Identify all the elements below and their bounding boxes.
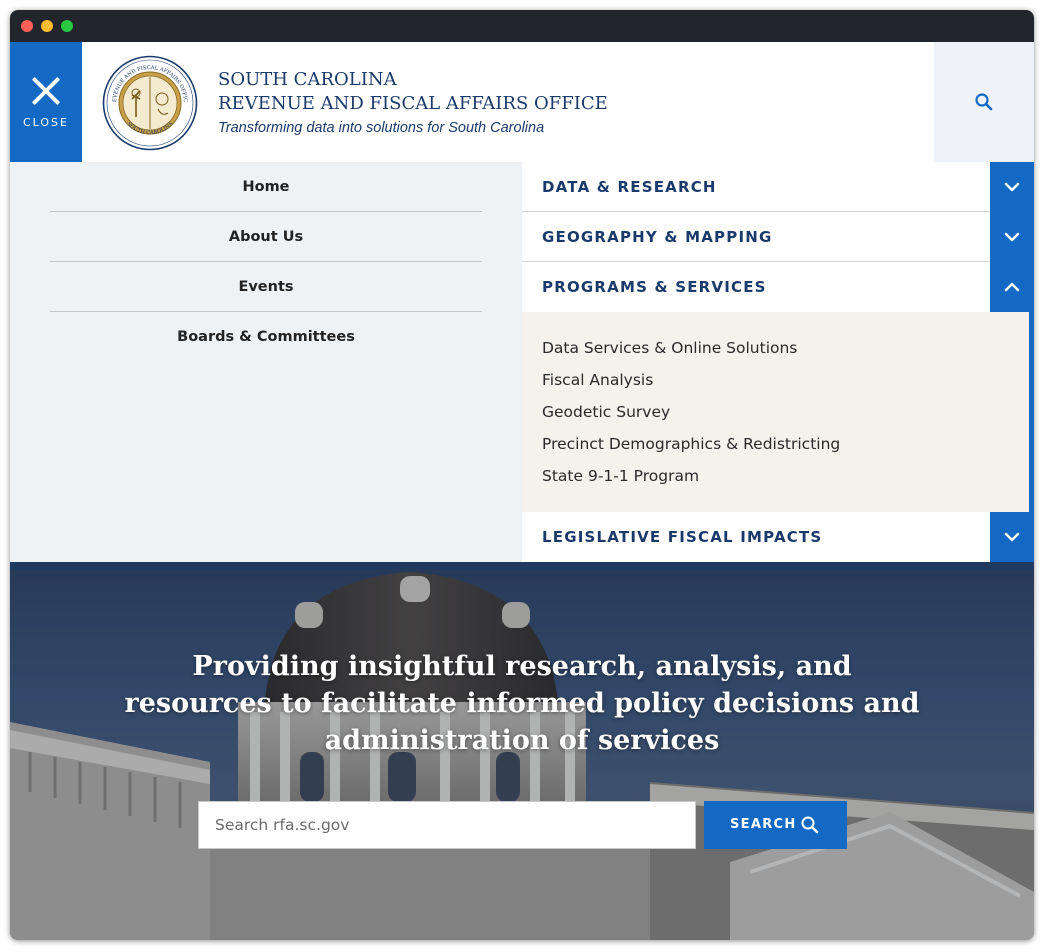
state-seal-logo: REVENUE AND FISCAL AFFAIRS OFFICE SOUTH …	[102, 55, 198, 151]
search-button-label: SEARCH	[730, 817, 797, 832]
menu-scrollbar[interactable]	[1029, 162, 1034, 562]
accordion-toggle[interactable]	[990, 262, 1034, 312]
accordion-toggle[interactable]	[990, 512, 1034, 562]
hero-headline: Providing insightful research, analysis,…	[124, 651, 920, 756]
close-label: CLOSE	[22, 116, 69, 129]
nav-item-boards-committees[interactable]: Boards & Committees	[50, 312, 482, 362]
accordion-geography-mapping[interactable]: GEOGRAPHY & MAPPING	[522, 212, 1034, 262]
org-name-line1[interactable]: SOUTH CAROLINA	[218, 69, 397, 90]
browser-window: CLOSE REVENUE AND FISCAL AFFAIRS OFFICE …	[10, 10, 1034, 940]
title-bar	[10, 10, 1034, 42]
programs-services-panel: Data Services & Online Solutions Fiscal …	[522, 312, 1034, 512]
accordion-programs-services[interactable]: PROGRAMS & SERVICES	[522, 262, 1034, 312]
primary-nav: Home About Us Events Boards & Committees	[50, 162, 482, 362]
window-close-control[interactable]	[21, 20, 33, 32]
org-name-line2[interactable]: REVENUE AND FISCAL AFFAIRS OFFICE	[218, 93, 608, 114]
nav-item-home[interactable]: Home	[50, 162, 482, 212]
window-minimize-control[interactable]	[41, 20, 53, 32]
search-icon	[975, 93, 993, 111]
window-zoom-control[interactable]	[61, 20, 73, 32]
site-search-button[interactable]: SEARCH	[704, 801, 847, 849]
site-search-input[interactable]	[198, 801, 696, 849]
nav-item-about-us[interactable]: About Us	[50, 212, 482, 262]
accordion-toggle[interactable]	[990, 162, 1034, 212]
close-menu-button[interactable]: CLOSE	[10, 42, 82, 162]
chevron-down-icon	[1004, 182, 1020, 192]
search-toggle-button[interactable]	[934, 42, 1034, 162]
accordion-label[interactable]: PROGRAMS & SERVICES	[542, 262, 767, 312]
submenu-item-state-911[interactable]: State 9-1-1 Program	[522, 465, 1034, 497]
accordion-label[interactable]: GEOGRAPHY & MAPPING	[542, 212, 773, 262]
accordion-data-research[interactable]: DATA & RESEARCH	[522, 162, 1034, 212]
accordion-legislative-fiscal-impacts[interactable]: LEGISLATIVE FISCAL IMPACTS	[522, 512, 1034, 562]
site-tagline: Transforming data into solutions for Sou…	[218, 120, 545, 136]
section-accordion: DATA & RESEARCH GEOGRAPHY & MAPPING PROG…	[522, 162, 1034, 562]
hero-top-bar	[10, 562, 1034, 570]
hero-banner: Providing insightful research, analysis,…	[10, 562, 1034, 940]
submenu-item-geodetic-survey[interactable]: Geodetic Survey	[522, 401, 1034, 433]
close-icon	[31, 76, 61, 106]
chevron-down-icon	[1004, 532, 1020, 542]
nav-item-events[interactable]: Events	[50, 262, 482, 312]
submenu-item-precinct-demographics[interactable]: Precinct Demographics & Redistricting	[522, 433, 1034, 465]
chevron-up-icon	[1004, 282, 1020, 292]
accordion-label[interactable]: DATA & RESEARCH	[542, 162, 717, 212]
accordion-label[interactable]: LEGISLATIVE FISCAL IMPACTS	[542, 512, 822, 562]
submenu-item-fiscal-analysis[interactable]: Fiscal Analysis	[522, 369, 1034, 401]
mega-menu: Home About Us Events Boards & Committees…	[10, 162, 1034, 562]
chevron-down-icon	[1004, 232, 1020, 242]
accordion-toggle[interactable]	[990, 212, 1034, 262]
site-header: CLOSE REVENUE AND FISCAL AFFAIRS OFFICE …	[10, 42, 1034, 162]
submenu-item-data-services[interactable]: Data Services & Online Solutions	[522, 337, 1034, 369]
search-icon	[801, 816, 819, 834]
